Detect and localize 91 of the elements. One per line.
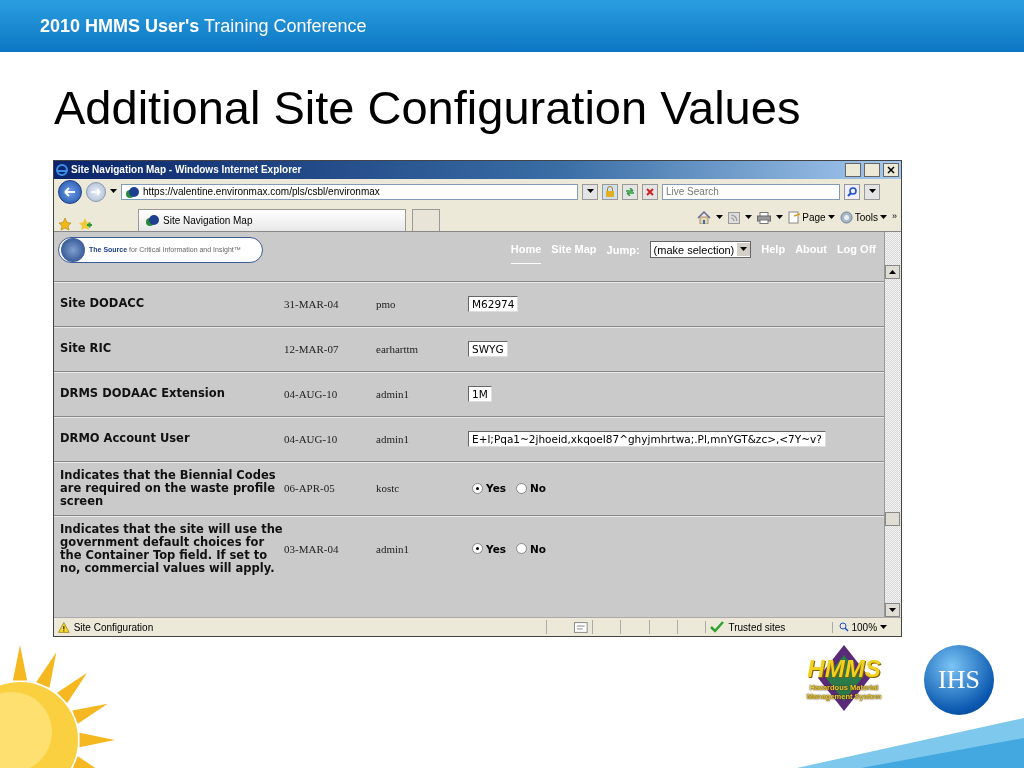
setting-label: Site RIC	[60, 340, 113, 358]
caret-icon	[889, 607, 896, 613]
radio-label: No	[530, 482, 547, 495]
radio-label: Yes	[486, 482, 506, 495]
caret-icon[interactable]	[716, 215, 724, 221]
cross-icon	[646, 187, 654, 196]
page-icon	[788, 211, 801, 225]
scroll-thumb[interactable]	[885, 511, 900, 526]
setting-label: Indicates that the Biennial Codes are required on the waste profile screen	[60, 466, 277, 510]
more-tools-button[interactable]: »	[892, 211, 897, 222]
date-cell-text: 12-MAR-07	[284, 342, 340, 355]
jump-select[interactable]: (make selection)	[649, 241, 752, 259]
slide-title: Additional Site Configuration Values	[54, 80, 802, 136]
browser-tab[interactable]: Site Navigation Map	[138, 208, 406, 231]
user-cell-text: admin1	[376, 387, 410, 400]
history-caret-icon[interactable]	[110, 189, 117, 195]
logo-text: HMMS	[807, 655, 881, 683]
date-cell-text: 06-APR-05	[284, 482, 336, 495]
setting-label: DRMS DODAAC Extension	[60, 385, 226, 403]
site-icon	[125, 185, 139, 198]
add-star-icon[interactable]	[78, 216, 92, 231]
stop-button[interactable]	[642, 183, 658, 200]
text-field[interactable]: M62974	[468, 295, 519, 312]
gear-icon	[839, 211, 853, 225]
conference-header: 2010 HMMS User's Training Conference	[40, 15, 367, 37]
user-cell-text: earharttm	[376, 342, 420, 355]
refresh-button[interactable]	[622, 183, 638, 200]
radio-button[interactable]	[516, 543, 527, 555]
status-text: Site Configuration	[73, 621, 155, 633]
caret-icon[interactable]	[776, 215, 784, 221]
user-cell-text: kostc	[376, 482, 401, 495]
radio-label: No	[530, 542, 547, 555]
caret-icon	[880, 624, 888, 630]
printer-icon[interactable]	[757, 211, 772, 224]
text-field[interactable]: SWYG	[468, 340, 508, 357]
date-cell-text: 03-MAR-04	[284, 542, 340, 555]
page-menu[interactable]: Page	[788, 211, 835, 225]
radio-button[interactable]	[472, 482, 483, 494]
logo-globe-icon	[61, 237, 85, 262]
back-button[interactable]	[58, 179, 82, 204]
zoom-control[interactable]: 100%	[831, 621, 897, 633]
caret-up-icon	[889, 269, 896, 275]
date-cell-text: 04-AUG-10	[284, 387, 339, 400]
search-field[interactable]: Live Search	[662, 183, 840, 200]
caret-icon	[827, 215, 835, 221]
setting-label: Indicates that the site will use the government default choices for the Container Top field. If set to no, commercial values will apply.	[60, 520, 284, 577]
check-icon	[710, 621, 725, 633]
search-icon	[847, 186, 857, 197]
zoom-icon	[838, 622, 849, 632]
arrow-left-icon	[64, 186, 76, 197]
caret-icon	[868, 189, 876, 195]
caret-icon	[880, 215, 887, 221]
search-button[interactable]	[844, 183, 860, 200]
minimize-button[interactable]	[845, 163, 861, 177]
address-field[interactable]: https://valentine.environmax.com/pls/csbl/environmax	[121, 183, 578, 200]
maximize-button[interactable]	[864, 163, 880, 177]
caret-icon	[586, 189, 594, 195]
setting-label: DRMO Account User	[60, 430, 191, 448]
security-zone: Trusted sites	[728, 621, 786, 633]
close-icon	[887, 166, 895, 174]
scroll-down-button[interactable]	[885, 603, 900, 618]
setting-label: Site DODACC	[60, 295, 146, 313]
scrollbar[interactable]	[884, 231, 901, 618]
padlock-icon	[605, 186, 615, 198]
scroll-up-button[interactable]	[885, 264, 900, 279]
user-cell-text: admin1	[376, 432, 410, 445]
radio-button[interactable]	[516, 482, 527, 494]
text-field[interactable]: 1M	[468, 385, 492, 402]
caret-icon	[740, 247, 748, 253]
user-cell-text: pmo	[376, 297, 397, 310]
arrow-right-icon	[91, 187, 101, 196]
date-cell-text: 04-AUG-10	[284, 432, 339, 445]
radio-button[interactable]	[472, 543, 483, 555]
star-icon[interactable]	[58, 216, 72, 231]
close-button[interactable]	[883, 163, 899, 177]
tools-menu[interactable]: Tools	[839, 211, 887, 225]
warning-icon	[58, 621, 70, 633]
home-icon[interactable]	[697, 211, 712, 225]
site-icon	[145, 214, 159, 227]
user-cell-text: admin1	[376, 542, 410, 555]
refresh-arrows-icon	[625, 187, 635, 196]
company-logo: IHS	[924, 645, 994, 715]
text-field[interactable]: E+l;Pqa1~2jhoeid,xkqoeI87^ghyjmhrtwa;.Pl,mnYGT&zc>,<7Y~v?	[468, 430, 826, 447]
window-title: Site Navigation Map - Windows Internet Explorer	[71, 164, 303, 176]
address-dropdown-button[interactable]	[582, 183, 598, 200]
date-cell-text: 31-MAR-04	[284, 297, 340, 310]
search-options-button[interactable]	[864, 183, 880, 200]
page-icon	[574, 621, 588, 633]
caret-icon[interactable]	[745, 215, 753, 221]
browser-logo-icon	[56, 164, 68, 176]
radio-label: Yes	[486, 542, 506, 555]
